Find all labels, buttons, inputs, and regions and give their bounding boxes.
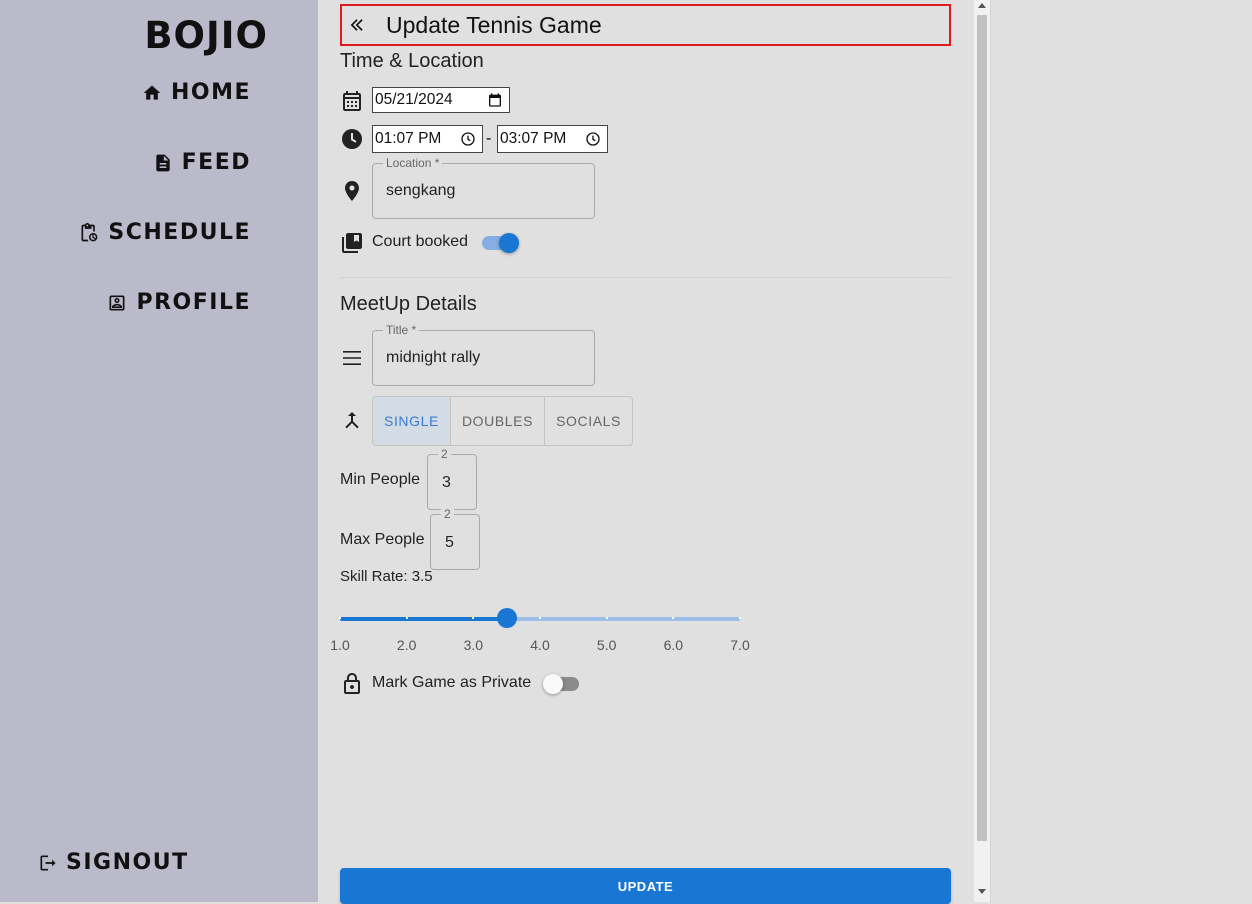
min-people-label: Min People	[340, 471, 421, 488]
page-title: Update Tennis Game	[386, 11, 602, 38]
slider-tick-mark	[405, 617, 408, 619]
home-icon	[143, 85, 161, 100]
slider-tick-mark	[739, 617, 741, 619]
signout-button[interactable]: SIGNOUT	[38, 850, 189, 875]
location-field[interactable]: Location * sengkang	[372, 156, 595, 219]
min-people-value: 3	[442, 474, 451, 491]
slider-thumb[interactable]	[496, 608, 517, 628]
lock-open-icon	[344, 673, 360, 694]
max-people-floating-label: 2	[441, 507, 454, 521]
toggle-single[interactable]: SINGLE	[373, 397, 450, 445]
max-people-input[interactable]: 2 5	[430, 507, 480, 570]
title-field[interactable]: Title * midnight rally	[372, 323, 595, 386]
max-people-value: 5	[445, 534, 454, 551]
skill-rate-label: Skill Rate: 3.5	[340, 568, 433, 585]
slider-tick-mark	[472, 617, 475, 619]
clock-picker-icon[interactable]	[585, 131, 601, 147]
location-label: Location *	[383, 156, 443, 170]
scrollbar[interactable]	[974, 0, 990, 902]
clock-icon	[342, 129, 362, 149]
signout-label: SIGNOUT	[66, 850, 189, 875]
update-game-form: Update Tennis Game Time & Location 05/21…	[318, 0, 974, 904]
game-type-toggle-group: SINGLE DOUBLES SOCIALS	[372, 396, 633, 446]
document-icon	[155, 154, 170, 171]
scroll-thumb[interactable]	[977, 15, 987, 841]
section-time-location: Time & Location	[340, 50, 484, 72]
scroll-down-arrow-icon[interactable]	[978, 889, 986, 894]
time-separator: -	[486, 130, 492, 147]
slider-tick-mark	[339, 617, 341, 619]
clock-picker-icon[interactable]	[460, 131, 476, 147]
min-people-input[interactable]: 2 3	[427, 447, 477, 510]
start-time-value: 01:07 PM	[375, 130, 442, 147]
slider-tick-label: 6.0	[663, 637, 684, 653]
nav-feed-label: FEED	[181, 150, 251, 175]
calendar-picker-icon[interactable]	[487, 92, 503, 108]
slider-tick-label: 5.0	[596, 637, 617, 653]
brand-logo: BOJIO	[144, 14, 268, 57]
update-button[interactable]: UPDATE	[340, 868, 951, 904]
library-books-icon	[342, 233, 362, 253]
private-label: Mark Game as Private	[372, 674, 532, 691]
title-value: midnight rally	[386, 349, 481, 366]
slider-track	[340, 617, 507, 621]
right-gutter-divider	[990, 0, 991, 902]
page-header: Update Tennis Game	[340, 4, 951, 46]
nav-home[interactable]: HOME	[142, 80, 251, 105]
slider-tick-label: 1.0	[330, 637, 350, 653]
date-value: 05/21/2024	[375, 91, 453, 108]
scroll-up-arrow-icon[interactable]	[978, 3, 986, 8]
logout-icon	[40, 855, 56, 870]
slider-tick-label: 2.0	[396, 637, 417, 653]
min-people-floating-label: 2	[438, 447, 451, 461]
calendar-icon	[343, 91, 361, 111]
menu-lines-icon	[343, 351, 361, 365]
merge-icon	[345, 412, 359, 429]
title-label: Title *	[383, 323, 420, 337]
slider-tick-mark	[539, 617, 541, 619]
nav-schedule-label: SCHEDULE	[108, 220, 251, 245]
nav-home-label: HOME	[170, 80, 251, 105]
sidebar: BOJIO HOME FEED SCHEDULE PROFILE SIGNOUT	[0, 0, 318, 902]
person-card-icon	[109, 295, 125, 310]
nav-feed[interactable]: FEED	[153, 150, 251, 175]
private-thumb	[543, 674, 563, 694]
start-time-input[interactable]: 01:07 PM	[372, 125, 483, 153]
nav-profile-label: PROFILE	[136, 290, 251, 315]
section-divider	[340, 277, 951, 278]
end-time-value: 03:07 PM	[500, 130, 567, 147]
slider-tick-label: 4.0	[530, 637, 550, 653]
toggle-socials[interactable]: SOCIALS	[544, 397, 632, 445]
end-time-input[interactable]: 03:07 PM	[497, 125, 608, 153]
slider-tick-label: 7.0	[730, 637, 750, 653]
double-chevron-left-icon[interactable]	[348, 15, 368, 35]
location-value: sengkang	[386, 182, 456, 199]
location-pin-icon	[345, 181, 359, 201]
slider-tick-mark	[672, 617, 675, 619]
max-people-label: Max People	[340, 531, 425, 548]
nav-schedule[interactable]: SCHEDULE	[79, 220, 251, 245]
slider-tick-mark	[605, 617, 608, 619]
toggle-doubles[interactable]: DOUBLES	[449, 397, 544, 445]
slider-tick-label: 3.0	[463, 637, 484, 653]
court-booked-thumb	[499, 233, 519, 253]
nav-profile[interactable]: PROFILE	[107, 290, 251, 315]
section-meetup-details: MeetUp Details	[340, 293, 477, 315]
court-booked-label: Court booked	[372, 233, 469, 250]
clipboard-clock-icon	[81, 222, 98, 241]
date-input[interactable]: 05/21/2024	[372, 87, 510, 113]
